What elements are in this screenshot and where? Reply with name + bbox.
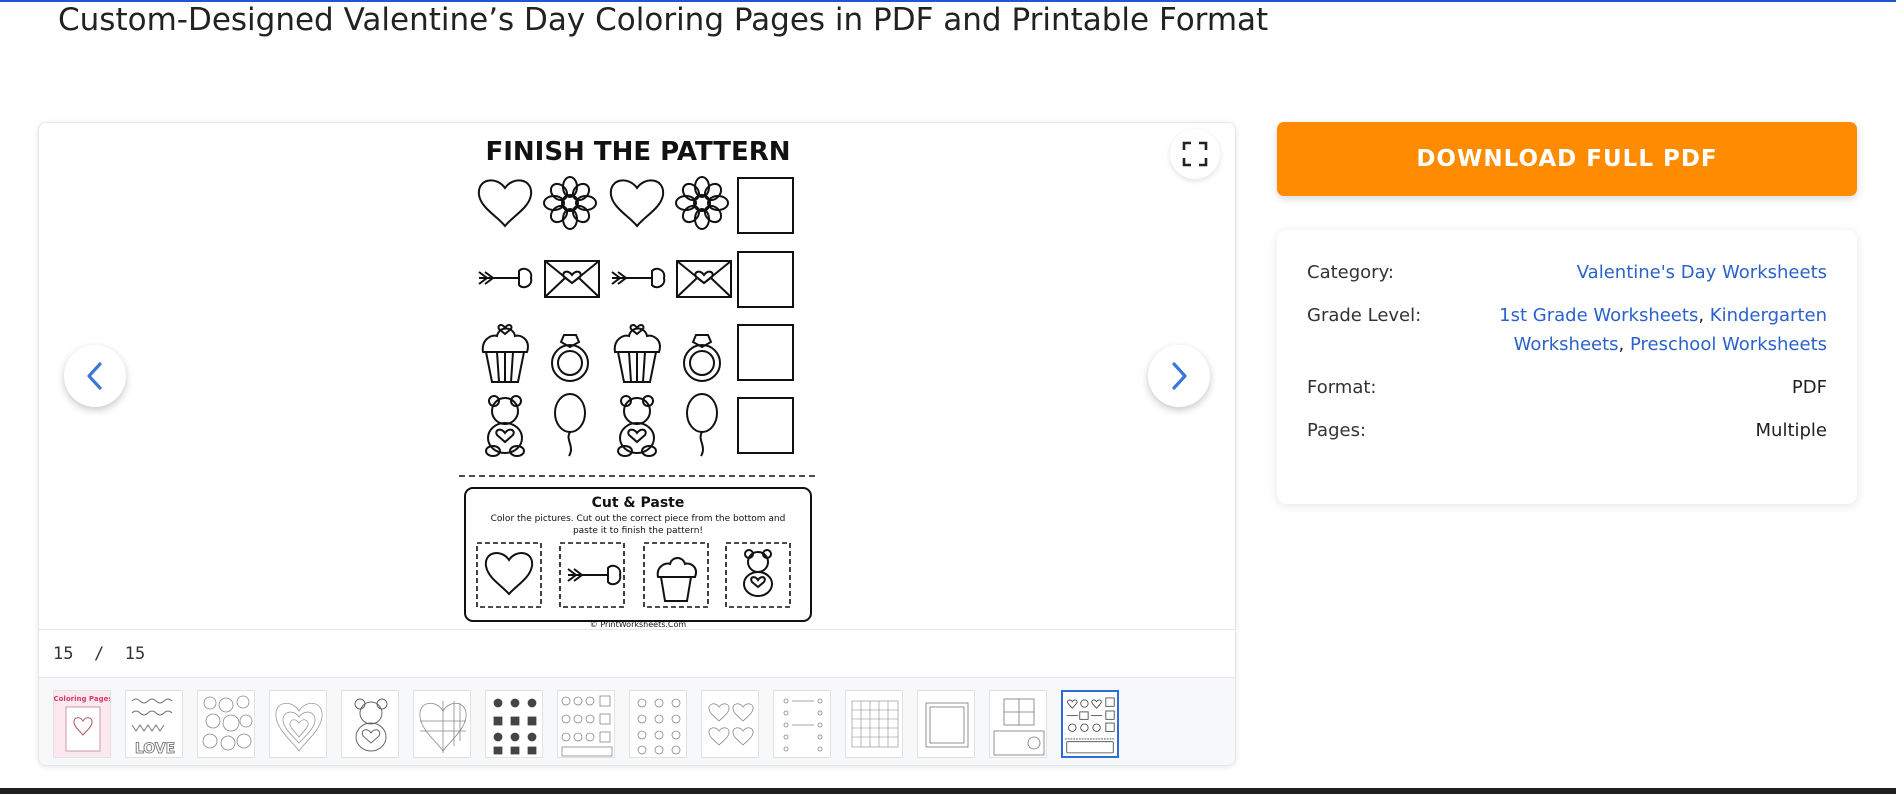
previous-page-button[interactable] bbox=[64, 345, 126, 407]
grade-link-kindergarten-continued[interactable]: Worksheets bbox=[1514, 334, 1619, 355]
thumbnail-1[interactable]: Coloring Pages bbox=[53, 690, 111, 758]
thumbnail-8[interactable] bbox=[557, 690, 615, 758]
thumbnail-strip: Coloring Pages LOVE bbox=[38, 678, 1236, 766]
viewer-stage: FINISH THE PATTERN Cut & Paste Color the… bbox=[38, 122, 1236, 630]
cut-pieces bbox=[476, 542, 791, 608]
total-page-count: 15 bbox=[124, 643, 146, 664]
grade-link-kindergarten[interactable]: Kindergarten bbox=[1710, 305, 1827, 326]
pages-label: Pages: bbox=[1307, 420, 1367, 441]
chevron-right-icon bbox=[1172, 362, 1187, 390]
cut-paste-instructions-line-2: paste it to finish the pattern! bbox=[573, 526, 703, 536]
pattern-row-2 bbox=[478, 251, 794, 308]
thumbnail-6[interactable] bbox=[413, 690, 471, 758]
pages-value: Multiple bbox=[1755, 420, 1828, 441]
grade-separator: , bbox=[1618, 334, 1625, 355]
grade-link-preschool[interactable]: Preschool Worksheets bbox=[1630, 334, 1827, 355]
thumbnail-2[interactable]: LOVE bbox=[125, 690, 183, 758]
thumbnail-1-caption: Coloring Pages bbox=[54, 695, 111, 703]
download-full-pdf-button[interactable]: DOWNLOAD FULL PDF bbox=[1277, 122, 1857, 196]
pattern-row-3 bbox=[481, 324, 794, 383]
thumbnail-7[interactable] bbox=[485, 690, 543, 758]
chevron-left-icon bbox=[87, 362, 102, 390]
sheet-footer: © PrintWorksheets.Com bbox=[590, 620, 687, 628]
pattern-row-4 bbox=[485, 393, 794, 457]
thumbnail-4[interactable] bbox=[269, 690, 327, 758]
thumbnail-3[interactable] bbox=[197, 690, 255, 758]
grade-level-label: Grade Level: bbox=[1307, 305, 1422, 326]
thumbnail-2-caption: LOVE bbox=[135, 741, 175, 757]
category-link[interactable]: Valentine's Day Worksheets bbox=[1577, 262, 1827, 283]
thumbnail-15[interactable] bbox=[1061, 690, 1119, 758]
thumbnail-14[interactable] bbox=[989, 690, 1047, 758]
worksheet-details-card: Category: Valentine's Day Worksheets Gra… bbox=[1277, 230, 1857, 504]
page-counter-separator: / bbox=[93, 643, 105, 664]
thumbnail-13[interactable] bbox=[917, 690, 975, 758]
current-page-number: 15 bbox=[53, 643, 74, 664]
format-label: Format: bbox=[1307, 377, 1377, 398]
thumbnail-10[interactable] bbox=[701, 690, 759, 758]
thumbnail-12[interactable] bbox=[845, 690, 903, 758]
thumbnail-5[interactable] bbox=[341, 690, 399, 758]
worksheet-viewer: FINISH THE PATTERN Cut & Paste Color the… bbox=[38, 122, 1236, 766]
page-counter: 15 / 15 bbox=[38, 630, 1236, 678]
page-title: Custom-Designed Valentine’s Day Coloring… bbox=[58, 2, 1269, 38]
grade-link-1st-grade[interactable]: 1st Grade Worksheets bbox=[1499, 305, 1698, 326]
thumbnail-9[interactable] bbox=[629, 690, 687, 758]
fullscreen-icon bbox=[1182, 141, 1208, 167]
fullscreen-button[interactable] bbox=[1170, 129, 1220, 179]
next-page-button[interactable] bbox=[1148, 345, 1210, 407]
cut-paste-title: Cut & Paste bbox=[592, 495, 685, 511]
cut-paste-instructions-line-1: Color the pictures. Cut out the correct … bbox=[491, 514, 786, 524]
pattern-row-1 bbox=[477, 176, 794, 234]
grade-separator: , bbox=[1698, 305, 1705, 326]
worksheet-image: FINISH THE PATTERN Cut & Paste Color the… bbox=[459, 137, 817, 628]
worksheet-preview: FINISH THE PATTERN Cut & Paste Color the… bbox=[457, 128, 819, 628]
thumbnail-11[interactable] bbox=[773, 690, 831, 758]
bottom-edge-bar bbox=[0, 788, 1896, 794]
format-value: PDF bbox=[1791, 377, 1827, 398]
category-label: Category: bbox=[1307, 262, 1394, 283]
sheet-title: FINISH THE PATTERN bbox=[485, 137, 790, 167]
